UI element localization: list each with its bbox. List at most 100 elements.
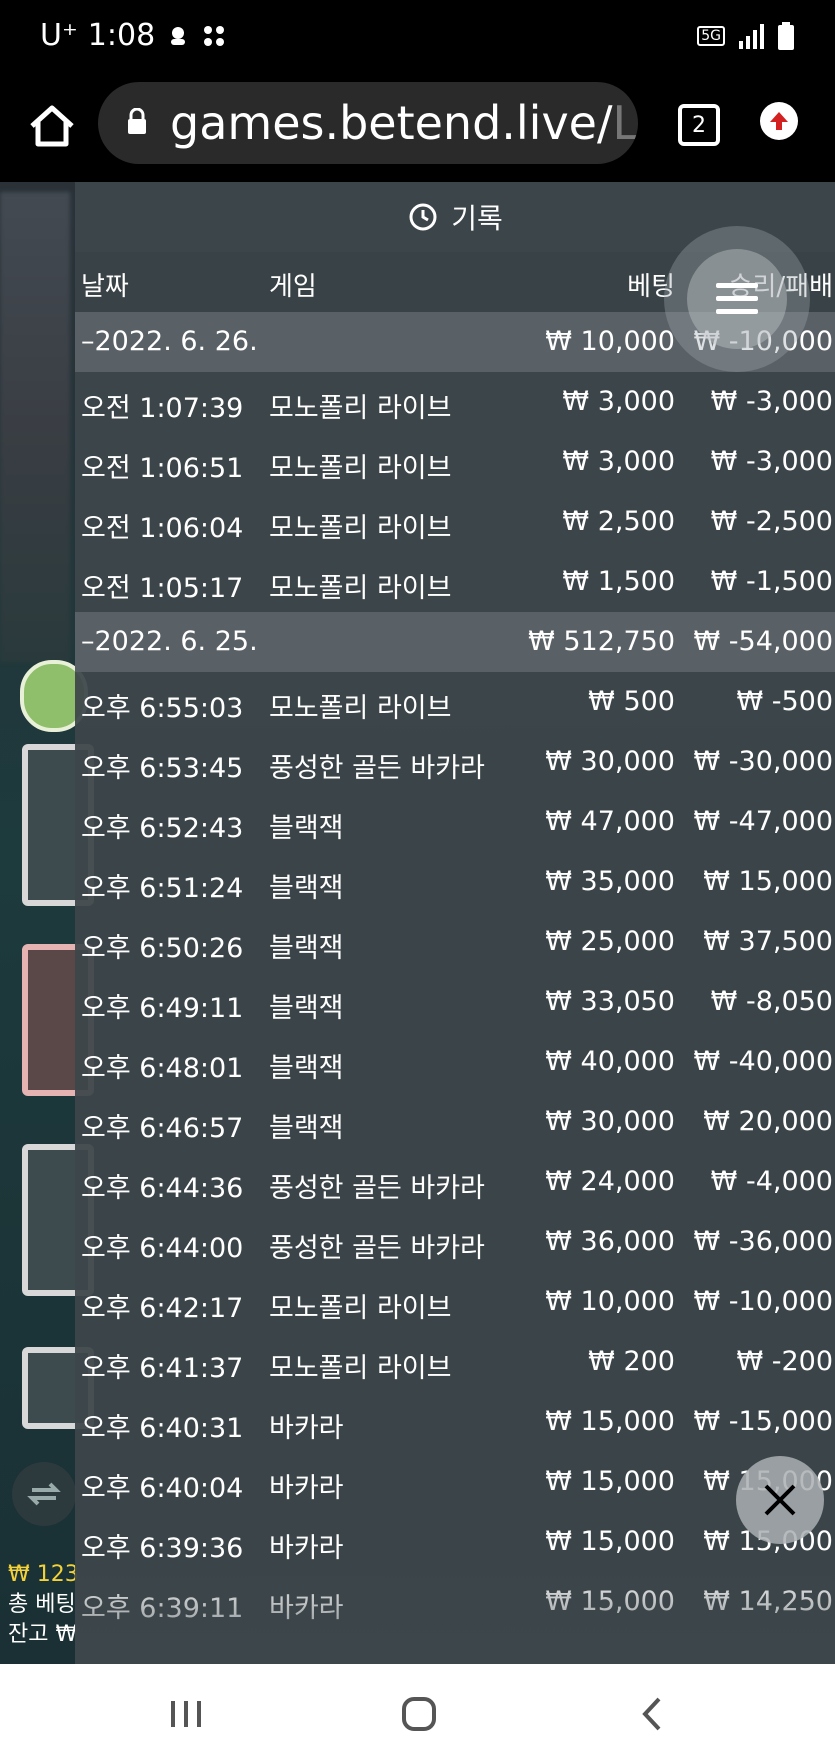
row-result: ₩ -30,000: [693, 746, 834, 777]
signal-icon: [739, 24, 764, 49]
row-time: 오전 1:06:04: [81, 513, 244, 544]
row-game: 모노폴리 라이브: [269, 393, 452, 424]
system-nav-bar: [0, 1664, 835, 1763]
back-button[interactable]: [622, 1694, 682, 1734]
history-row[interactable]: 오후 6:39:36바카라₩ 15,000₩ 15,000: [75, 1512, 835, 1572]
menu-button-inner: [687, 249, 787, 349]
row-time: 오후 6:44:36: [81, 1173, 244, 1204]
row-game: 바카라: [269, 1593, 344, 1624]
history-row[interactable]: 오후 6:44:36 풍성한 골든 바카라 ₩ 24,000 ₩ -4,000: [75, 1152, 835, 1212]
row-time: 오전 1:07:39: [81, 393, 244, 424]
row-bet: ₩ 500: [588, 686, 675, 717]
row-result: ₩ -10,000: [693, 1286, 834, 1317]
row-result: ₩ -40,000: [693, 1046, 834, 1077]
row-result: ₩ -36,000: [693, 1226, 834, 1257]
row-bet: ₩ 30,000: [545, 1106, 675, 1137]
row-bet: ₩ 1,500: [562, 566, 675, 597]
row-game: 모노폴리 라이브: [269, 513, 452, 544]
col-game: 게임: [269, 272, 317, 302]
tab-switcher-button[interactable]: 2: [678, 104, 720, 146]
history-row[interactable]: 오전 1:06:51 모노폴리 라이브 ₩ 3,000 ₩ -3,000: [75, 432, 835, 492]
group-date: –2022. 6. 26.: [81, 326, 258, 357]
history-row[interactable]: 오후 6:55:03 모노폴리 라이브 ₩ 500 ₩ -500: [75, 672, 835, 732]
row-time: 오전 1:05:17: [81, 573, 244, 604]
row-bet: ₩ 3,000: [562, 386, 675, 417]
history-row[interactable]: 오후 6:40:31 바카라 ₩ 15,000 ₩ -15,000: [75, 1392, 835, 1452]
row-time: 오후 6:39:36: [81, 1533, 244, 1564]
repeat-bet-button[interactable]: [12, 1462, 76, 1526]
close-button[interactable]: [736, 1456, 824, 1544]
row-bet: ₩ 10,000: [545, 1286, 675, 1317]
balance-info: ₩ 123 총 베팅 잔고 ₩: [8, 1560, 79, 1650]
url-path: Lo: [612, 96, 638, 150]
row-time: 오후 6:49:11: [81, 993, 244, 1024]
row-time: 오후 6:44:00: [81, 1233, 244, 1264]
home-button[interactable]: [26, 100, 78, 152]
status-right: 5G: [697, 22, 795, 50]
history-row[interactable]: 오후 6:50:26 블랙잭 ₩ 25,000 ₩ 37,500: [75, 912, 835, 972]
address-bar[interactable]: games.betend.live/Lo: [98, 82, 638, 164]
history-row[interactable]: 오후 6:48:01 블랙잭 ₩ 40,000 ₩ -40,000: [75, 1032, 835, 1092]
row-time: 오후 6:40:04: [81, 1473, 244, 1504]
row-time: 오후 6:46:57: [81, 1113, 244, 1144]
history-panel: 기록 날짜 게임 베팅 승리/패배 –2022. 6. 26. ₩ 10,000 ₩…: [75, 182, 835, 1664]
row-time: 오후 6:52:43: [81, 813, 244, 844]
history-row[interactable]: 오후 6:46:57 블랙잭 ₩ 30,000 ₩ 20,000: [75, 1092, 835, 1152]
row-game: 모노폴리 라이브: [269, 573, 452, 604]
history-row[interactable]: 오후 6:41:37 모노폴리 라이브 ₩ 200 ₩ -200: [75, 1332, 835, 1392]
recent-apps-icon: [171, 1701, 201, 1727]
group-date: –2022. 6. 25.: [81, 626, 258, 657]
row-bet: ₩ 200: [588, 1346, 675, 1377]
system-home-button[interactable]: [389, 1694, 449, 1734]
network-badge: 5G: [697, 26, 725, 46]
recent-apps-button[interactable]: [156, 1694, 216, 1734]
row-result: ₩ -2,500: [710, 506, 833, 537]
row-time: 오후 6:42:17: [81, 1293, 244, 1324]
history-row[interactable]: 오후 6:53:45 풍성한 골든 바카라 ₩ 30,000 ₩ -30,000: [75, 732, 835, 792]
row-game: 블랙잭: [269, 873, 344, 904]
date-group-row[interactable]: –2022. 6. 25. ₩ 512,750 ₩ -54,000: [75, 612, 835, 672]
notification-icon: [171, 26, 186, 45]
panel-title: 기록: [451, 202, 503, 235]
browser-menu-button[interactable]: [760, 102, 798, 140]
row-game: 블랙잭: [269, 813, 344, 844]
history-list[interactable]: –2022. 6. 26. ₩ 10,000 ₩ -10,000 오전 1:07:39…: [75, 312, 835, 1632]
tab-count: 2: [692, 112, 706, 138]
history-row[interactable]: 오후 6:44:00 풍성한 골든 바카라 ₩ 36,000 ₩ -36,000: [75, 1212, 835, 1272]
back-icon: [642, 1697, 661, 1731]
history-row[interactable]: 오전 1:06:04 모노폴리 라이브 ₩ 2,500 ₩ -2,500: [75, 492, 835, 552]
browser-toolbar: games.betend.live/Lo 2: [0, 78, 835, 182]
row-game: 모노폴리 라이브: [269, 1353, 452, 1384]
history-row[interactable]: 오전 1:05:17 모노폴리 라이브 ₩ 1,500 ₩ -1,500: [75, 552, 835, 612]
history-row[interactable]: 오전 1:07:39 모노폴리 라이브 ₩ 3,000 ₩ -3,000: [75, 372, 835, 432]
row-bet: ₩ 25,000: [545, 926, 675, 957]
row-time: 오후 6:48:01: [81, 1053, 244, 1084]
row-bet: ₩ 2,500: [562, 506, 675, 537]
row-bet: ₩ 36,000: [545, 1226, 675, 1257]
group-bet-total: ₩ 512,750: [528, 626, 675, 657]
history-row[interactable]: 오후 6:42:17 모노폴리 라이브 ₩ 10,000 ₩ -10,000: [75, 1272, 835, 1332]
row-time: 오후 6:50:26: [81, 933, 244, 964]
home-circle-icon: [402, 1697, 436, 1731]
row-game: 블랙잭: [269, 993, 344, 1024]
home-icon: [30, 105, 74, 147]
row-game: 모노폴리 라이브: [269, 693, 452, 724]
url-domain: games.betend.live/: [170, 96, 613, 150]
close-icon: [764, 1484, 796, 1516]
row-time: 오후 6:41:37: [81, 1353, 244, 1384]
history-row[interactable]: 오후 6:52:43 블랙잭 ₩ 47,000 ₩ -47,000: [75, 792, 835, 852]
row-game: 풍성한 골든 바카라: [269, 753, 485, 784]
row-game: 모노폴리 라이브: [269, 453, 452, 484]
group-result-total: ₩ -54,000: [693, 626, 834, 657]
row-game: 바카라: [269, 1473, 344, 1504]
row-game: 풍성한 골든 바카라: [269, 1173, 485, 1204]
row-result: ₩ 15,000: [703, 866, 833, 897]
game-background-left: [0, 182, 94, 1664]
history-row[interactable]: 오후 6:39:11 바카라 ₩ 15,000 ₩ 14,250: [75, 1572, 835, 1632]
history-row[interactable]: 오후 6:40:04바카라₩ 15,000₩ 15,000: [75, 1452, 835, 1512]
history-row[interactable]: 오후 6:51:24 블랙잭 ₩ 35,000 ₩ 15,000: [75, 852, 835, 912]
menu-button[interactable]: [664, 226, 810, 372]
history-row[interactable]: 오후 6:49:11 블랙잭 ₩ 33,050 ₩ -8,050: [75, 972, 835, 1032]
row-game: 풍성한 골든 바카라: [269, 1233, 485, 1264]
group-bet-total: ₩ 10,000: [545, 326, 675, 357]
